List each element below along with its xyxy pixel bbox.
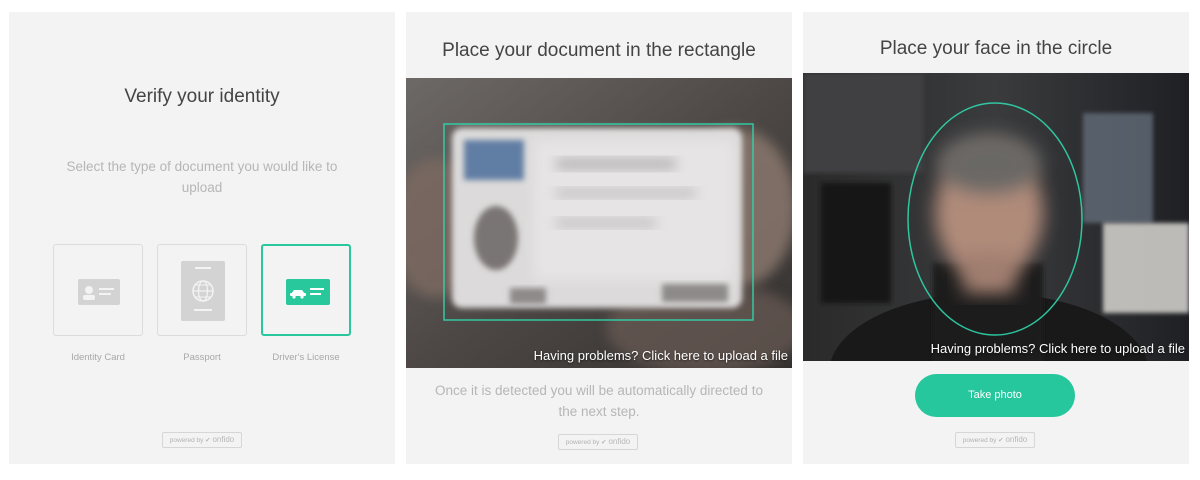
drivers-license-label: Driver's License — [272, 352, 340, 363]
drivers-license-option[interactable] — [261, 244, 351, 336]
onfido-logo-text: onfido — [608, 437, 631, 446]
drivers-license-icon — [286, 279, 330, 305]
powered-by-text: powered by — [565, 439, 600, 446]
upload-file-link[interactable]: Having problems? Click here to upload a … — [534, 348, 788, 363]
document-select-subtitle: Select the type of document you would li… — [66, 159, 338, 195]
document-camera-view: Having problems? Click here to upload a … — [406, 78, 792, 368]
onfido-check-icon: ✔ — [601, 439, 607, 446]
selfie-camera-view: Having problems? Click here to upload a … — [803, 73, 1189, 361]
page-title: Verify your identity — [124, 86, 280, 107]
passport-option[interactable] — [157, 244, 247, 336]
onfido-logo-text: onfido — [212, 435, 235, 444]
document-capture-panel: Place your document in the rectangle Hav… — [406, 12, 792, 464]
powered-by-onfido-badge: powered by ✔ onfido — [955, 432, 1035, 448]
onfido-logo-text: onfido — [1005, 435, 1028, 444]
onfido-check-icon: ✔ — [998, 437, 1004, 444]
document-select-panel: Verify your identity Select the type of … — [9, 12, 395, 464]
selfie-capture-panel: Place your face in the circle Having pro… — [803, 12, 1189, 464]
passport-icon — [181, 261, 225, 321]
powered-by-text: powered by — [169, 437, 204, 444]
onfido-check-icon: ✔ — [205, 437, 211, 444]
powered-by-onfido-badge: powered by ✔ onfido — [162, 432, 242, 448]
page-title: Place your face in the circle — [879, 38, 1113, 59]
upload-file-link[interactable]: Having problems? Click here to upload a … — [931, 341, 1185, 356]
id-card-icon — [78, 279, 120, 305]
page-title: Place your document in the rectangle — [442, 40, 756, 61]
identity-card-label: Identity Card — [71, 352, 125, 363]
auto-detect-instruction: Once it is detected you will be automati… — [435, 383, 763, 419]
identity-card-option[interactable] — [53, 244, 143, 336]
take-photo-button[interactable]: Take photo — [915, 374, 1075, 417]
passport-label: Passport — [183, 352, 221, 363]
powered-by-onfido-badge: powered by ✔ onfido — [558, 434, 638, 450]
powered-by-text: powered by — [962, 437, 997, 444]
